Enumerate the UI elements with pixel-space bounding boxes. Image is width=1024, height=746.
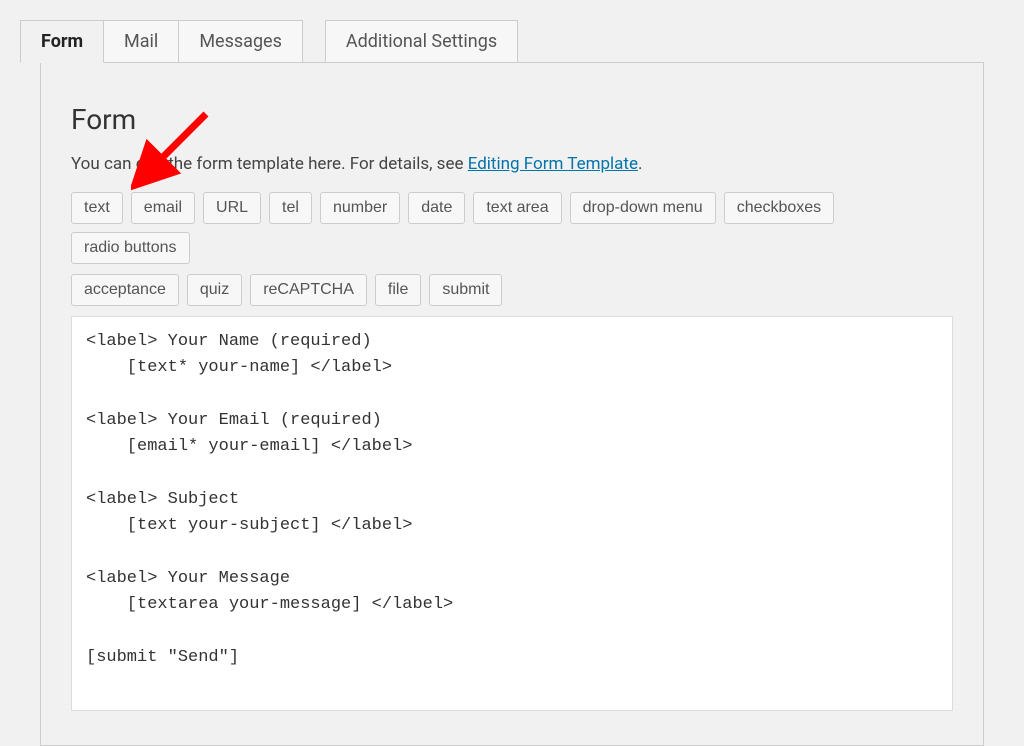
panel-description: You can edit the form template here. For… [71,154,953,174]
tag-dropdown-button[interactable]: drop-down menu [570,192,716,224]
tag-button-row-2: acceptance quiz reCAPTCHA file submit [71,274,953,306]
tag-file-button[interactable]: file [375,274,421,306]
panel-desc-post: . [638,154,642,174]
tag-submit-button[interactable]: submit [429,274,502,306]
tag-url-button[interactable]: URL [203,192,261,224]
panel-desc-pre: You can edit the form template here. For… [71,154,468,174]
tag-recaptcha-button[interactable]: reCAPTCHA [250,274,367,306]
tag-radio-button[interactable]: radio buttons [71,232,190,264]
tag-button-row-1: text email URL tel number date text area… [71,192,953,264]
tag-email-button[interactable]: email [131,192,195,224]
tag-textarea-button[interactable]: text area [473,192,561,224]
tab-spacer [303,20,325,62]
form-panel: Form You can edit the form template here… [40,62,984,746]
panel-heading: Form [71,103,953,136]
tag-acceptance-button[interactable]: acceptance [71,274,179,306]
tag-number-button[interactable]: number [320,192,400,224]
tag-text-button[interactable]: text [71,192,123,224]
tab-mail[interactable]: Mail [104,20,179,62]
tag-checkboxes-button[interactable]: checkboxes [724,192,835,224]
tag-quiz-button[interactable]: quiz [187,274,242,306]
tab-additional-settings[interactable]: Additional Settings [325,20,518,62]
tag-tel-button[interactable]: tel [269,192,312,224]
form-template-editor[interactable] [71,316,953,711]
tag-date-button[interactable]: date [408,192,465,224]
tab-messages[interactable]: Messages [179,20,303,62]
tab-form[interactable]: Form [20,20,104,63]
editing-form-template-link[interactable]: Editing Form Template [468,154,638,174]
tabs-bar: Form Mail Messages Additional Settings [20,20,1004,62]
